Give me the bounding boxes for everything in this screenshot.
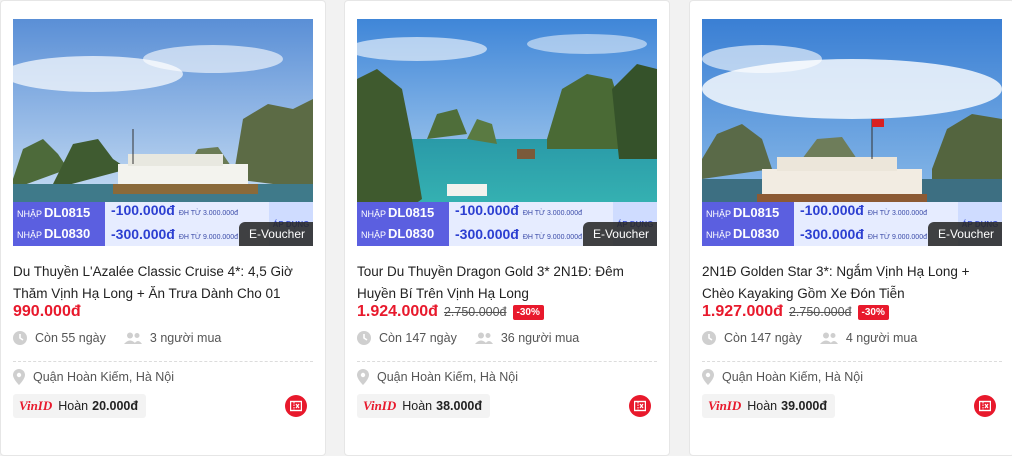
days-left: Còn 147 ngày (379, 331, 457, 345)
cashback-tag: VinID Hoàn 39.000đ (702, 394, 836, 418)
buyers-count: 4 người mua (845, 331, 918, 345)
product-title[interactable]: Tour Du Thuyền Dragon Gold 3* 2N1Đ: Đêm … (357, 261, 657, 305)
discount-badge: -30% (512, 304, 544, 320)
divider (702, 361, 1002, 362)
voucher-code: DL0815 (44, 205, 91, 220)
buyers-count: 36 người mua (500, 331, 580, 345)
product-card[interactable]: NHẬP DL0815 NHẬP DL0830 -100.000đ ĐH TỪ 3.0… (344, 0, 670, 456)
voucher-badge-icon[interactable] (285, 395, 307, 417)
cashback-amount: 38.000đ (436, 399, 483, 413)
product-image[interactable]: NHẬP DL0815 NHẬP DL0830 -100.000đ ĐH TỪ 3.0… (13, 19, 313, 246)
product-card[interactable]: NHẬP DL0815 NHẬP DL0830 -100.000đ ĐH TỪ 3.0… (0, 0, 326, 456)
voucher-code: DL0815 (733, 205, 780, 220)
clock-icon (13, 331, 27, 345)
divider (357, 361, 657, 362)
divider (13, 361, 313, 362)
days-left: Còn 147 ngày (724, 331, 802, 345)
location-pin-icon (357, 369, 369, 385)
original-price: 2.750.000đ (788, 305, 852, 319)
days-left: Còn 55 ngày (35, 331, 106, 345)
location-pin-icon (702, 369, 714, 385)
product-image[interactable]: NHẬP DL0815 NHẬP DL0830 -100.000đ ĐH TỪ 3.0… (357, 19, 657, 246)
clock-icon (357, 331, 371, 345)
evoucher-badge: E-Voucher (927, 222, 1002, 246)
voucher-code: DL0815 (388, 205, 435, 220)
vinid-logo: VinID (363, 398, 397, 413)
product-title[interactable]: Du Thuyền L'Azalée Classic Cruise 4*: 4,… (13, 261, 313, 305)
voucher-code: DL0830 (733, 226, 780, 241)
voucher-value: -300.000đ (800, 226, 864, 242)
people-icon (123, 332, 142, 344)
evoucher-badge: E-Voucher (582, 222, 657, 246)
product-price: 1.927.000đ (702, 303, 783, 320)
location: Quận Hoàn Kiếm, Hà Nội (33, 370, 175, 384)
product-price: 1.924.000đ (357, 303, 438, 320)
clock-icon (702, 331, 716, 345)
vinid-logo: VinID (19, 398, 53, 413)
vinid-logo: VinID (708, 398, 742, 413)
voucher-value: -300.000đ (455, 226, 519, 242)
voucher-value: -300.000đ (111, 226, 175, 242)
product-title[interactable]: 2N1Đ Golden Star 3*: Ngắm Vịnh Hạ Long +… (702, 261, 1002, 305)
voucher-value: -100.000đ (111, 202, 175, 218)
location: Quận Hoàn Kiếm, Hà Nội (722, 370, 864, 384)
location-pin-icon (13, 369, 25, 385)
people-icon (819, 332, 838, 344)
product-image[interactable]: NHẬP DL0815 NHẬP DL0830 -100.000đ ĐH TỪ 3.0… (702, 19, 1002, 246)
product-price: 990.000đ (13, 303, 81, 320)
original-price: 2.750.000đ (443, 305, 507, 319)
voucher-badge-icon[interactable] (629, 395, 651, 417)
voucher-code: DL0830 (388, 226, 435, 241)
cashback-amount: 39.000đ (781, 399, 828, 413)
voucher-value: -100.000đ (455, 202, 519, 218)
product-card[interactable]: NHẬP DL0815 NHẬP DL0830 -100.000đ ĐH TỪ 3.0… (689, 0, 1012, 456)
cashback-amount: 20.000đ (92, 399, 139, 413)
voucher-code: DL0830 (44, 226, 91, 241)
evoucher-badge: E-Voucher (238, 222, 313, 246)
buyers-count: 3 người mua (149, 331, 222, 345)
location: Quận Hoàn Kiếm, Hà Nội (377, 370, 519, 384)
cashback-tag: VinID Hoàn 38.000đ (357, 394, 491, 418)
cashback-tag: VinID Hoàn 20.000đ (13, 394, 147, 418)
discount-badge: -30% (857, 304, 889, 320)
voucher-value: -100.000đ (800, 202, 864, 218)
people-icon (474, 332, 493, 344)
voucher-badge-icon[interactable] (974, 395, 996, 417)
